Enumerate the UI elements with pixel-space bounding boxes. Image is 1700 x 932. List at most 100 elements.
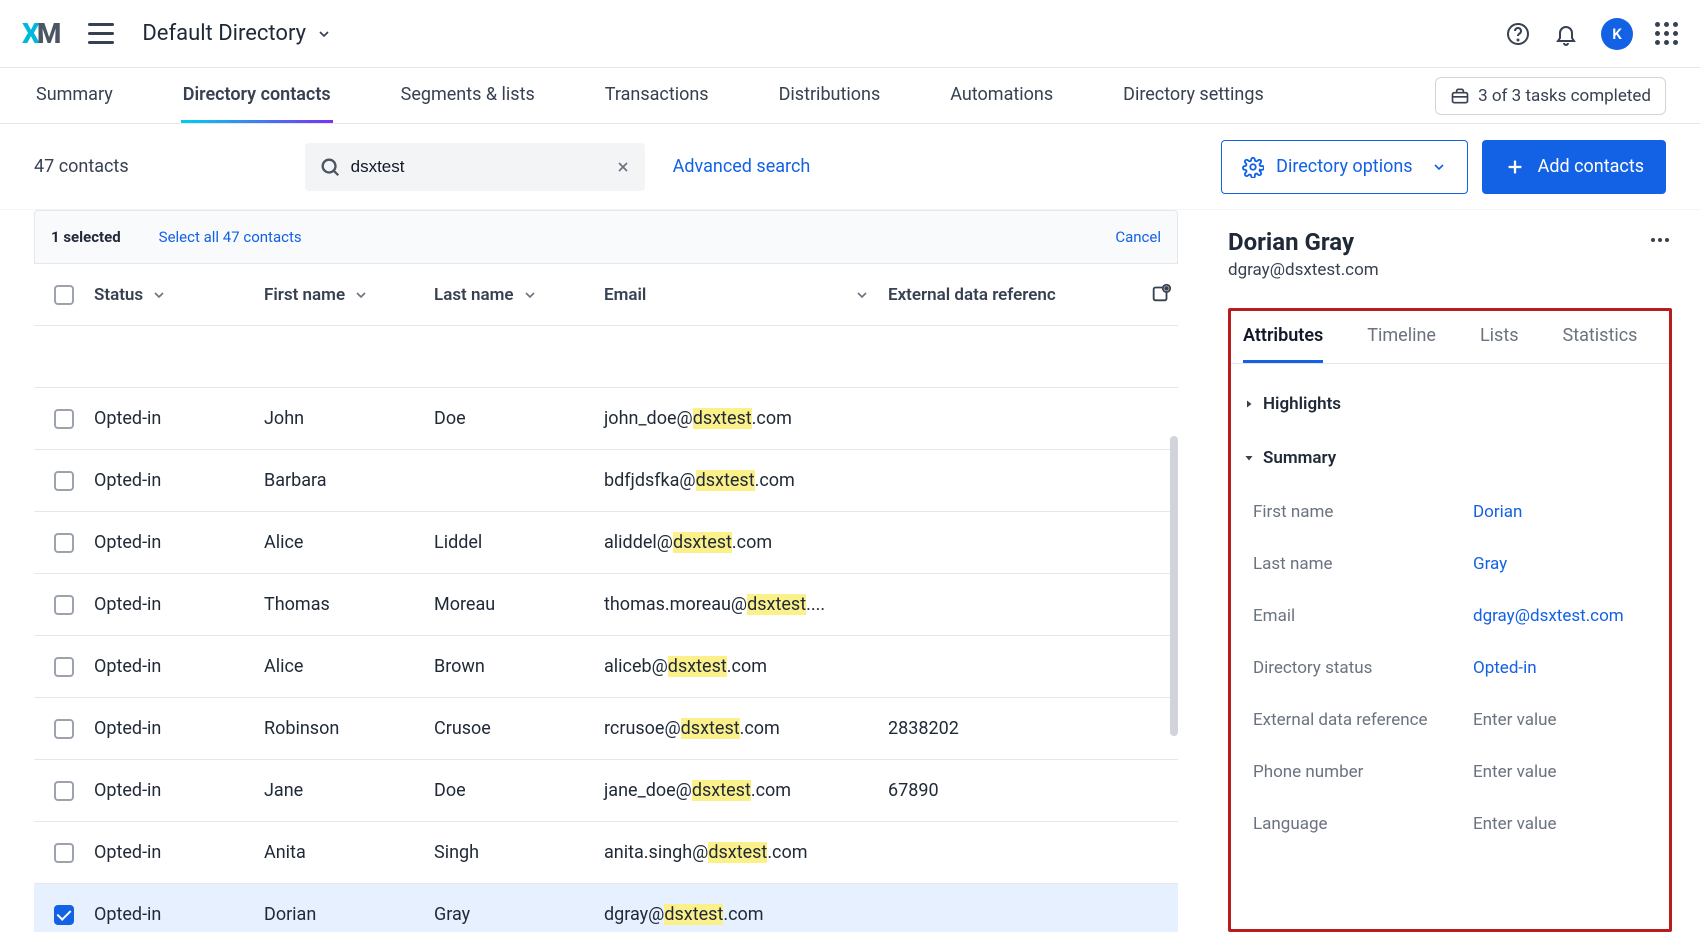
table-row[interactable]: Opted-inAliceLiddelaliddel@dsxtest.com (34, 512, 1178, 574)
cell-last-name: Brown (434, 656, 604, 677)
cell-first-name: John (264, 408, 434, 429)
table-pane: 1 selected Select all 47 contacts Cancel… (0, 210, 1200, 932)
row-checkbox[interactable] (54, 657, 74, 677)
col-status[interactable]: Status (94, 285, 264, 305)
cell-first-name: Anita (264, 842, 434, 863)
detail-contact-email: dgray@dsxtest.com (1228, 260, 1379, 280)
caret-right-icon (1243, 398, 1255, 410)
table-row[interactable]: Opted-inThomasMoreauthomas.moreau@dsxtes… (34, 574, 1178, 636)
search-input[interactable] (351, 157, 615, 177)
row-checkbox[interactable] (54, 595, 74, 615)
cell-email: bdfjdsfka@dsxtest.com (604, 470, 888, 491)
detail-tab-timeline[interactable]: Timeline (1367, 311, 1436, 363)
nav-tab-distributions[interactable]: Distributions (777, 68, 883, 123)
cell-email: aliddel@dsxtest.com (604, 532, 888, 553)
add-contacts-button[interactable]: Add contacts (1482, 140, 1666, 194)
cell-last-name: Doe (434, 408, 604, 429)
chevron-down-icon[interactable] (353, 287, 369, 303)
table-row[interactable]: Opted-inJohnDoejohn_doe@dsxtest.com (34, 388, 1178, 450)
row-checkbox[interactable] (54, 533, 74, 553)
field-label: First name (1253, 502, 1473, 522)
section-highlights[interactable]: Highlights (1243, 386, 1657, 422)
directory-selector[interactable]: Default Directory (142, 21, 332, 46)
nav-tab-directory-contacts[interactable]: Directory contacts (181, 68, 333, 123)
row-checkbox[interactable] (54, 409, 74, 429)
cell-status: Opted-in (94, 780, 264, 801)
cell-first-name: Alice (264, 656, 434, 677)
cell-status: Opted-in (94, 408, 264, 429)
table-row[interactable]: Opted-inJaneDoejane_doe@dsxtest.com67890 (34, 760, 1178, 822)
detail-tab-statistics[interactable]: Statistics (1563, 311, 1638, 363)
more-icon[interactable] (1648, 228, 1672, 256)
field-row: Last nameGray (1243, 538, 1657, 590)
cell-status: Opted-in (94, 904, 264, 925)
cell-first-name: Alice (264, 532, 434, 553)
table-row[interactable]: Opted-inAnitaSinghanita.singh@dsxtest.co… (34, 822, 1178, 884)
cell-status: Opted-in (94, 656, 264, 677)
avatar[interactable]: K (1601, 18, 1633, 50)
field-row: LanguageEnter value (1243, 798, 1657, 850)
select-all-link[interactable]: Select all 47 contacts (159, 228, 302, 246)
cancel-link[interactable]: Cancel (1115, 228, 1161, 246)
field-row: Phone numberEnter value (1243, 746, 1657, 798)
field-value[interactable]: Enter value (1473, 762, 1556, 782)
col-first-name[interactable]: First name (264, 285, 434, 305)
col-last-name[interactable]: Last name (434, 285, 604, 305)
nav-tabs: Summary Directory contacts Segments & list… (0, 68, 1700, 124)
chevron-down-icon[interactable] (522, 287, 538, 303)
detail-tab-lists[interactable]: Lists (1480, 311, 1519, 363)
cell-last-name: Gray (434, 904, 604, 925)
field-value[interactable]: Enter value (1473, 710, 1556, 730)
column-visibility-icon[interactable] (1150, 282, 1172, 308)
nav-tab-segments-lists[interactable]: Segments & lists (399, 68, 537, 123)
field-value[interactable]: dgray@dsxtest.com (1473, 606, 1624, 626)
cell-last-name: Singh (434, 842, 604, 863)
row-checkbox[interactable] (54, 905, 74, 925)
field-value[interactable]: Opted-in (1473, 658, 1537, 678)
table-row[interactable]: Opted-inBarbarabdfjdsfka@dsxtest.com (34, 450, 1178, 512)
nav-tab-directory-settings[interactable]: Directory settings (1121, 68, 1266, 123)
cell-external-ref: 2838202 (888, 718, 1108, 739)
selected-count: 1 selected (51, 228, 121, 246)
field-row: Directory statusOpted-in (1243, 642, 1657, 694)
detail-tab-attributes[interactable]: Attributes (1243, 311, 1323, 363)
row-checkbox[interactable] (54, 719, 74, 739)
toolbar: 47 contacts Advanced search Directory op… (0, 124, 1700, 210)
header-checkbox[interactable] (54, 285, 74, 305)
table-header: Status First name Last name Email Extern… (34, 264, 1178, 326)
detail-tabs: Attributes Timeline Lists Statistics (1231, 311, 1669, 364)
row-checkbox[interactable] (54, 471, 74, 491)
cell-email: aliceb@dsxtest.com (604, 656, 888, 677)
bell-icon[interactable] (1553, 21, 1579, 47)
field-value[interactable]: Gray (1473, 554, 1507, 574)
chevron-down-icon[interactable] (854, 287, 870, 303)
cell-last-name: Doe (434, 780, 604, 801)
clear-icon[interactable] (615, 159, 631, 175)
detail-pane: Dorian Gray dgray@dsxtest.com Attributes… (1200, 210, 1700, 932)
col-external-ref[interactable]: External data referenc (888, 285, 1108, 305)
apps-icon[interactable] (1655, 22, 1678, 45)
table-row[interactable]: Opted-inAliceBrownaliceb@dsxtest.com (34, 636, 1178, 698)
field-value[interactable]: Enter value (1473, 814, 1556, 834)
cell-last-name: Liddel (434, 532, 604, 553)
chevron-down-icon[interactable] (151, 287, 167, 303)
advanced-search-link[interactable]: Advanced search (673, 156, 811, 177)
tasks-completed-badge[interactable]: 3 of 3 tasks completed (1435, 77, 1666, 115)
section-summary[interactable]: Summary (1243, 440, 1657, 476)
nav-tab-transactions[interactable]: Transactions (603, 68, 711, 123)
row-checkbox[interactable] (54, 781, 74, 801)
table-row[interactable]: Opted-inRobinsonCrusoercrusoe@dsxtest.co… (34, 698, 1178, 760)
nav-tab-automations[interactable]: Automations (948, 68, 1055, 123)
table-row (34, 326, 1178, 388)
field-value[interactable]: Dorian (1473, 502, 1522, 522)
row-checkbox[interactable] (54, 843, 74, 863)
table-row[interactable]: Opted-inDorianGraydgray@dsxtest.com (34, 884, 1178, 932)
col-email[interactable]: Email (604, 285, 888, 305)
menu-icon[interactable] (88, 20, 114, 47)
nav-tab-summary[interactable]: Summary (34, 68, 115, 123)
search-box[interactable] (305, 143, 645, 191)
directory-options-button[interactable]: Directory options (1221, 140, 1467, 194)
field-label: Language (1253, 814, 1473, 834)
help-icon[interactable] (1505, 21, 1531, 47)
detail-contact-name: Dorian Gray (1228, 228, 1379, 256)
